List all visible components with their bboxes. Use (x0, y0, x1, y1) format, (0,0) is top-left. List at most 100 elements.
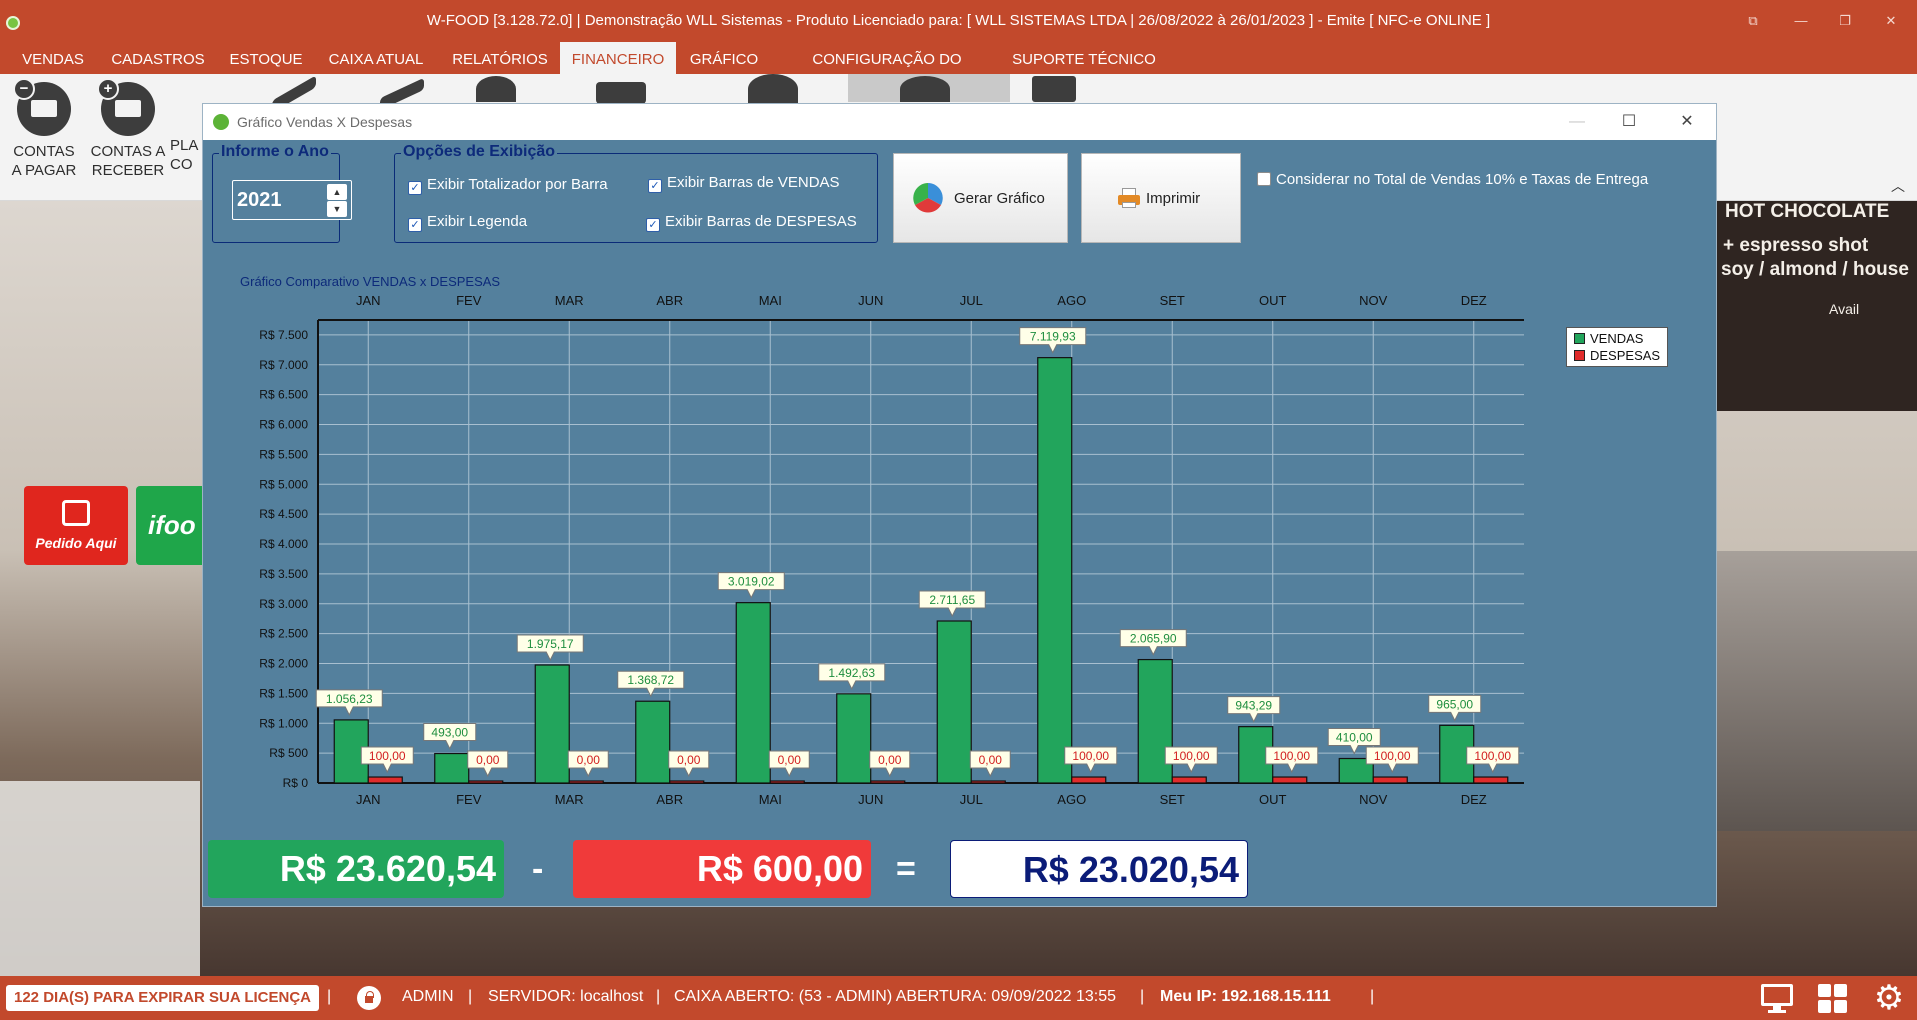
bar-vendas-mai (735, 602, 771, 784)
x-tick-label: MAI (759, 792, 782, 807)
ifood-tile[interactable]: ifoo (136, 486, 202, 565)
data-label-vendas-set-value: 2.065,90 (1130, 632, 1177, 646)
generate-chart-button[interactable]: Gerar Gráfico (893, 153, 1068, 243)
y-tick-label: R$ 2.000 (259, 657, 308, 671)
close-button[interactable]: ✕ (1876, 10, 1906, 32)
status-user: ADMIN (402, 988, 454, 1005)
contas-a-pagar-button[interactable]: − CONTAS A PAGAR (0, 74, 88, 201)
x-top-tick-label: AGO (1057, 293, 1086, 308)
dialog-maximize-button[interactable]: ☐ (1615, 110, 1643, 134)
y-tick-label: R$ 3.500 (259, 567, 308, 581)
y-tick-label: R$ 4.000 (259, 537, 308, 551)
spin-up-icon[interactable]: ▲ (327, 184, 347, 200)
bar-vendas-ago (1037, 357, 1073, 784)
menu-vendas[interactable]: VENDAS (14, 42, 92, 74)
data-label-despesas-jan-value: 100,00 (369, 749, 406, 763)
bar-despesas-dez (1473, 776, 1509, 784)
data-label-despesas-nov-value: 100,00 (1374, 749, 1411, 763)
pie-chart-icon (913, 183, 943, 213)
checkmark-icon: ✓ (408, 218, 422, 232)
show-expense-bars-checkbox[interactable]: ✓ Exibir Barras de DESPESAS (646, 213, 857, 233)
y-tick-label: R$ 6.000 (259, 418, 308, 432)
status-ip: Meu IP: 192.168.15.111 (1160, 988, 1331, 1005)
menu-financeiro[interactable]: FINANCEIRO (560, 42, 676, 74)
x-top-tick-label: NOV (1359, 293, 1388, 308)
show-legend-checkbox[interactable]: ✓ Exibir Legenda (408, 213, 527, 233)
contas-a-receber-button[interactable]: + CONTAS A RECEBER (84, 74, 172, 201)
x-top-tick-label: ABR (656, 293, 683, 308)
status-cashier: CAIXA ABERTO: (53 - ADMIN) ABERTURA: 09/… (674, 988, 1116, 1005)
restore-layout-icon[interactable]: ⧉ (1738, 10, 1768, 32)
pedido-aqui-tile[interactable]: Pedido Aqui (24, 486, 128, 565)
y-tick-label: R$ 3.000 (259, 597, 308, 611)
monitor-icon[interactable] (1760, 982, 1794, 1014)
print-button[interactable]: Imprimir (1081, 153, 1241, 243)
x-top-tick-label: JUN (858, 293, 883, 308)
y-tick-label: R$ 2.500 (259, 627, 308, 641)
dialog-minimize-button[interactable]: — (1563, 110, 1591, 134)
bar-despesas-ago (1071, 776, 1107, 784)
x-top-tick-label: MAI (759, 293, 782, 308)
equals-sign: = (896, 850, 916, 888)
status-separator: | (1370, 988, 1375, 1005)
plano-contas-button[interactable]: PLA CO (170, 74, 202, 201)
bar-vendas-abr (635, 700, 671, 784)
lock-icon[interactable] (357, 986, 381, 1010)
bar-despesas-mar (568, 780, 604, 784)
bar-despesas-jul (970, 780, 1006, 784)
data-label-despesas-mar-value: 0,00 (577, 753, 601, 767)
menu-estoque[interactable]: ESTOQUE (222, 42, 310, 74)
y-tick-label: R$ 5.000 (259, 477, 308, 491)
checkmark-icon: ✓ (648, 179, 662, 193)
data-label-vendas-jan-value: 1.056,23 (326, 692, 373, 706)
data-label-vendas-nov-value: 410,00 (1336, 731, 1373, 745)
menu-relatorios[interactable]: RELATÓRIOS (444, 42, 556, 74)
consider-fees-checkbox[interactable]: Considerar no Total de Vendas 10% e Taxa… (1257, 171, 1648, 191)
money-bag-icon (476, 76, 516, 102)
x-top-tick-label: FEV (456, 293, 482, 308)
status-separator: | (327, 988, 332, 1005)
bar-despesas-out (1272, 776, 1308, 784)
license-expiry-badge[interactable]: 122 DIA(S) PARA EXPIRAR SUA LICENÇA (6, 985, 319, 1011)
menu-grafico[interactable]: GRÁFICO (684, 42, 764, 74)
contas-a-receber-label: CONTAS A RECEBER (90, 143, 166, 179)
data-label-vendas-mai-value: 3.019,02 (728, 575, 775, 589)
year-spinner[interactable]: 2021 ▲ ▼ (232, 180, 352, 220)
bar-despesas-jun (870, 780, 906, 784)
contas-a-pagar-label: CONTAS A PAGAR (11, 143, 77, 179)
legend-label-vendas: VENDAS (1590, 331, 1644, 346)
dialog-close-button[interactable]: ✕ (1673, 110, 1701, 134)
year-group-title: Informe o Ano (219, 143, 331, 161)
x-tick-label: ABR (656, 792, 683, 807)
legend-label-despesas: DESPESAS (1590, 348, 1661, 363)
menu-cadastros[interactable]: CADASTROS (106, 42, 210, 74)
bar-vendas-jun (836, 693, 872, 784)
show-sales-bars-checkbox[interactable]: ✓ Exibir Barras de VENDAS (648, 174, 840, 194)
spin-down-icon[interactable]: ▼ (327, 201, 347, 217)
status-separator: | (468, 988, 473, 1005)
menu-suporte-tecnico[interactable]: SUPORTE TÉCNICO (1008, 42, 1160, 74)
plano-contas-label: PLA CO (170, 137, 199, 173)
x-tick-label: DEZ (1461, 792, 1487, 807)
legend-item-despesas: DESPESAS (1574, 348, 1660, 364)
collapse-ribbon-icon[interactable]: ︿ (1891, 176, 1905, 196)
data-label-despesas-fev-value: 0,00 (476, 753, 500, 767)
menu-caixa-atual[interactable]: CAIXA ATUAL (322, 42, 430, 74)
data-label-despesas-dez-value: 100,00 (1474, 749, 1511, 763)
board-line-4: Avail (1829, 301, 1860, 317)
sales-expenses-chart: R$ 0 R$ 500 R$ 1.000 R$ 1.500 R$ 2.000 R$ 2.5… (259, 293, 1524, 807)
x-top-tick-label: MAR (555, 293, 584, 308)
x-top-tick-label: JUL (960, 293, 983, 308)
show-bar-totals-checkbox[interactable]: ✓ Exibir Totalizador por Barra (408, 176, 608, 196)
x-tick-label: OUT (1259, 792, 1287, 807)
minimize-button[interactable]: — (1786, 10, 1816, 32)
generate-chart-label: Gerar Gráfico (954, 190, 1045, 207)
bar-despesas-abr (669, 780, 705, 784)
menu-board: HOT CHOCOLATE + espresso shot soy / almo… (1717, 201, 1917, 411)
maximize-button[interactable]: ❐ (1830, 10, 1860, 32)
data-label-despesas-ago-value: 100,00 (1072, 749, 1109, 763)
menu-configuracao-sistema[interactable]: CONFIGURAÇÃO DO SISTEMA (780, 42, 994, 104)
settings-gear-icon[interactable]: ⚙ (1872, 981, 1906, 1015)
delivery-apps-icon[interactable] (1816, 982, 1850, 1014)
x-tick-label: FEV (456, 792, 482, 807)
